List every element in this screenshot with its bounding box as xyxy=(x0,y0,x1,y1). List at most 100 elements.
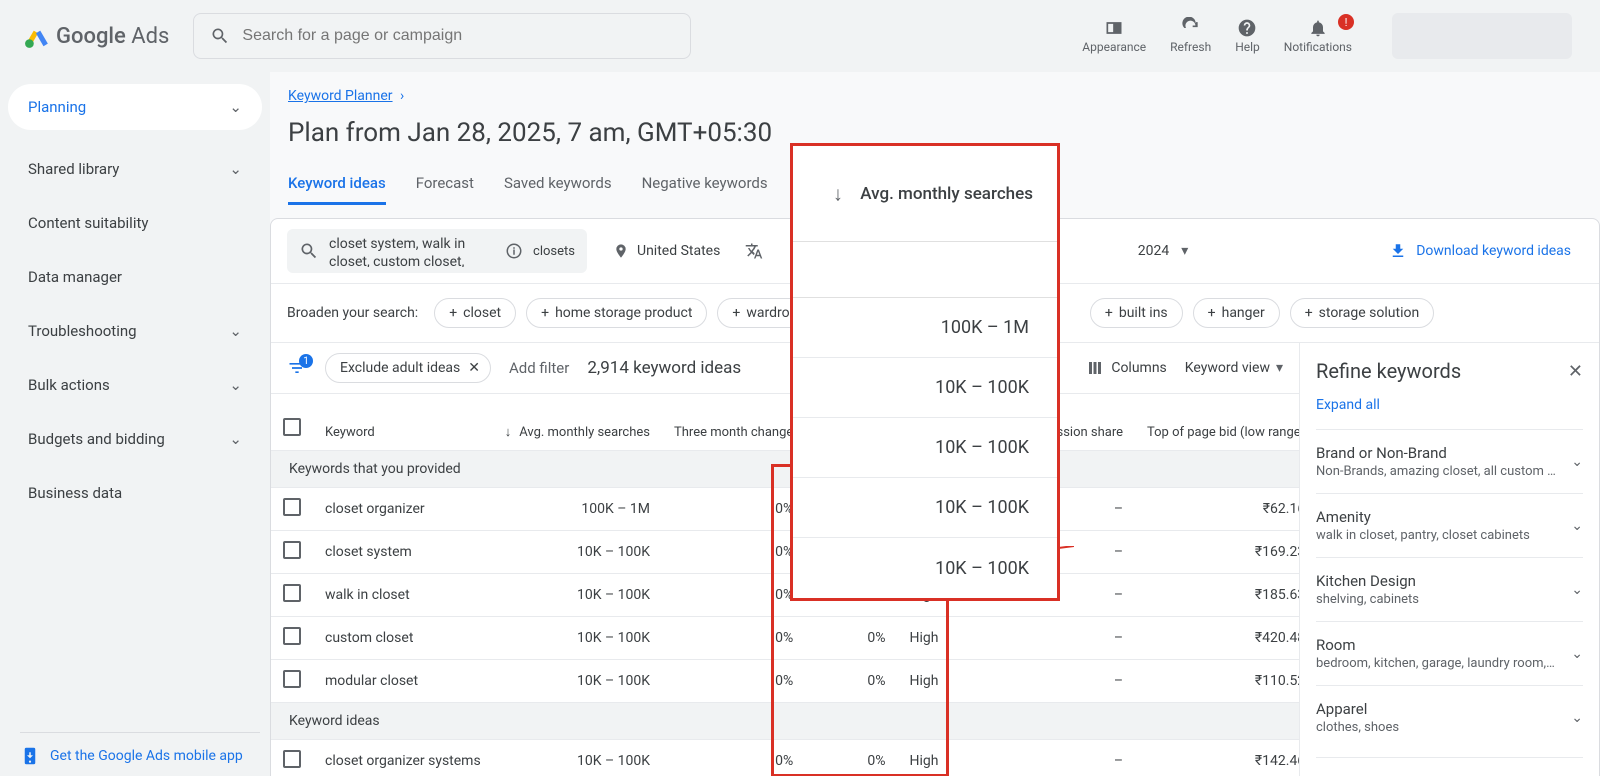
tab-forecast[interactable]: Forecast xyxy=(416,164,474,205)
cell-keyword: closet system xyxy=(313,530,493,573)
refine-group[interactable]: Amenitywalk in closet, pantry, closet ca… xyxy=(1316,493,1583,557)
sidebar-item-bulk-actions[interactable]: Bulk actions⌄ xyxy=(8,358,262,412)
col-avg-searches[interactable]: ↓Avg. monthly searches xyxy=(493,394,662,450)
table-row[interactable]: closet system 10K – 100K 0% 0% High – ₹1… xyxy=(271,530,1299,573)
feedback-button[interactable]: Give feedback xyxy=(1316,757,1583,776)
cell-keyword: modular closet xyxy=(313,659,493,702)
broaden-chip[interactable]: +home storage product xyxy=(526,298,707,328)
cell-low: ₹420.48 xyxy=(1135,616,1299,659)
row-checkbox[interactable] xyxy=(283,670,301,688)
refine-group[interactable]: Brand or Non-BrandNon-Brands, amazing cl… xyxy=(1316,429,1583,493)
row-checkbox[interactable] xyxy=(283,584,301,602)
breadcrumb: Keyword Planner › xyxy=(270,72,1600,110)
tab-negative-keywords[interactable]: Negative keywords xyxy=(642,164,768,205)
table-row[interactable]: closet organizer systems 10K – 100K 0% 0… xyxy=(271,739,1299,776)
refresh-button[interactable]: Refresh xyxy=(1170,18,1211,54)
refine-group-sub: clothes, shoes xyxy=(1316,720,1399,735)
expand-all-button[interactable]: Expand all xyxy=(1316,397,1583,413)
search-input[interactable] xyxy=(242,27,674,45)
broaden-chip[interactable]: +hanger xyxy=(1193,298,1280,328)
cell-tmc: 0% xyxy=(662,739,805,776)
notifications-button[interactable]: ! Notifications xyxy=(1284,18,1352,54)
table-row[interactable]: closet organizer 100K – 1M 0% 0% High – … xyxy=(271,487,1299,530)
refine-group-title: Apparel xyxy=(1316,700,1399,718)
chevron-down-icon: ▾ xyxy=(1181,243,1188,259)
logo[interactable]: Google Ads xyxy=(12,23,193,49)
appearance-button[interactable]: Appearance xyxy=(1082,18,1146,54)
download-app-icon xyxy=(20,746,40,766)
row-checkbox[interactable] xyxy=(283,627,301,645)
sidebar-item-planning[interactable]: Planning ⌄ xyxy=(8,84,262,130)
cell-avg: 10K – 100K xyxy=(493,616,662,659)
search-box[interactable] xyxy=(193,13,691,59)
sidebar-item-content-suitability[interactable]: Content suitability xyxy=(8,196,262,250)
broaden-chip[interactable]: +storage solution xyxy=(1290,298,1434,328)
sidebar-item-shared-library[interactable]: Shared library⌄ xyxy=(8,142,262,196)
download-button[interactable]: Download keyword ideas xyxy=(1388,241,1583,261)
sidebar-item-troubleshooting[interactable]: Troubleshooting⌄ xyxy=(8,304,262,358)
download-icon xyxy=(1388,241,1408,261)
close-icon[interactable]: ✕ xyxy=(468,360,480,376)
keyword-input-chip[interactable]: closet system, walk in closet, custom cl… xyxy=(287,229,587,273)
top-bar: Google Ads Appearance Refresh Help ! Not… xyxy=(0,0,1600,72)
cell-comp: High xyxy=(898,659,993,702)
plus-icon: + xyxy=(1208,305,1216,321)
cell-imp: – xyxy=(992,659,1135,702)
select-all-checkbox[interactable] xyxy=(283,418,301,436)
zoom-header: ↓ Avg. monthly searches xyxy=(793,146,1057,242)
cell-low: ₹142.46 xyxy=(1135,739,1299,776)
help-icon xyxy=(1237,18,1257,38)
language-filter[interactable] xyxy=(744,241,764,261)
search-icon xyxy=(299,241,319,261)
account-selector[interactable] xyxy=(1392,13,1572,59)
mobile-app-link[interactable]: Get the Google Ads mobile app xyxy=(20,746,243,766)
view-button[interactable]: Keyword view▾ xyxy=(1185,360,1283,376)
row-checkbox[interactable] xyxy=(283,498,301,516)
col-keyword[interactable]: Keyword xyxy=(313,394,493,450)
tab-saved-keywords[interactable]: Saved keywords xyxy=(504,164,612,205)
col-bid-low[interactable]: Top of page bid (low range) xyxy=(1135,394,1299,450)
refine-group[interactable]: Roombedroom, kitchen, garage, laundry ro… xyxy=(1316,621,1583,685)
table-row[interactable]: custom closet 10K – 100K 0% 0% High – ₹4… xyxy=(271,616,1299,659)
refresh-icon xyxy=(1181,18,1201,38)
filter-icon[interactable]: 1 xyxy=(287,358,307,378)
zoom-value: 10K – 100K xyxy=(793,358,1057,418)
bell-icon xyxy=(1308,18,1328,38)
cell-yoy: 0% xyxy=(805,739,897,776)
columns-button[interactable]: Columns xyxy=(1085,358,1166,378)
plus-icon: + xyxy=(1305,305,1313,321)
broaden-chip[interactable]: +built ins xyxy=(1090,298,1183,328)
date-filter[interactable]: 2024▾ xyxy=(1138,243,1189,259)
row-checkbox[interactable] xyxy=(283,541,301,559)
sidebar-item-budgets-bidding[interactable]: Budgets and bidding⌄ xyxy=(8,412,262,466)
broaden-chip[interactable]: +closet xyxy=(434,298,516,328)
location-filter[interactable]: United States xyxy=(611,241,720,261)
refine-group[interactable]: Kitchen Designshelving, cabinets⌄ xyxy=(1316,557,1583,621)
table-row[interactable]: modular closet 10K – 100K 0% 0% High – ₹… xyxy=(271,659,1299,702)
tab-keyword-ideas[interactable]: Keyword ideas xyxy=(288,164,386,205)
cell-imp: – xyxy=(992,739,1135,776)
table-row[interactable]: walk in closet 10K – 100K 0% 0% High – ₹… xyxy=(271,573,1299,616)
exclude-filter-chip[interactable]: Exclude adult ideas ✕ xyxy=(325,353,491,383)
refine-group[interactable]: Apparelclothes, shoes⌄ xyxy=(1316,685,1583,749)
sidebar-item-business-data[interactable]: Business data xyxy=(8,466,262,520)
cell-low: ₹185.63 xyxy=(1135,573,1299,616)
chevron-down-icon: ⌄ xyxy=(229,98,242,116)
cell-yoy: 0% xyxy=(805,616,897,659)
cell-avg: 10K – 100K xyxy=(493,530,662,573)
refine-panel: Refine keywords ✕ Expand all Brand or No… xyxy=(1299,343,1599,776)
close-icon[interactable]: ✕ xyxy=(1568,361,1583,382)
cell-tmc: 0% xyxy=(662,530,805,573)
help-button[interactable]: Help xyxy=(1235,18,1260,54)
sidebar-item-data-manager[interactable]: Data manager xyxy=(8,250,262,304)
breadcrumb-link[interactable]: Keyword Planner xyxy=(288,88,393,104)
translate-icon xyxy=(744,241,764,261)
cell-imp: – xyxy=(992,616,1135,659)
col-three-month[interactable]: Three month change xyxy=(662,394,805,450)
plus-icon: + xyxy=(541,305,549,321)
add-filter-button[interactable]: Add filter xyxy=(509,359,569,377)
cell-avg: 10K – 100K xyxy=(493,739,662,776)
chevron-down-icon: ▾ xyxy=(1276,360,1283,376)
keyword-count: 2,914 keyword ideas xyxy=(587,358,741,378)
row-checkbox[interactable] xyxy=(283,750,301,768)
